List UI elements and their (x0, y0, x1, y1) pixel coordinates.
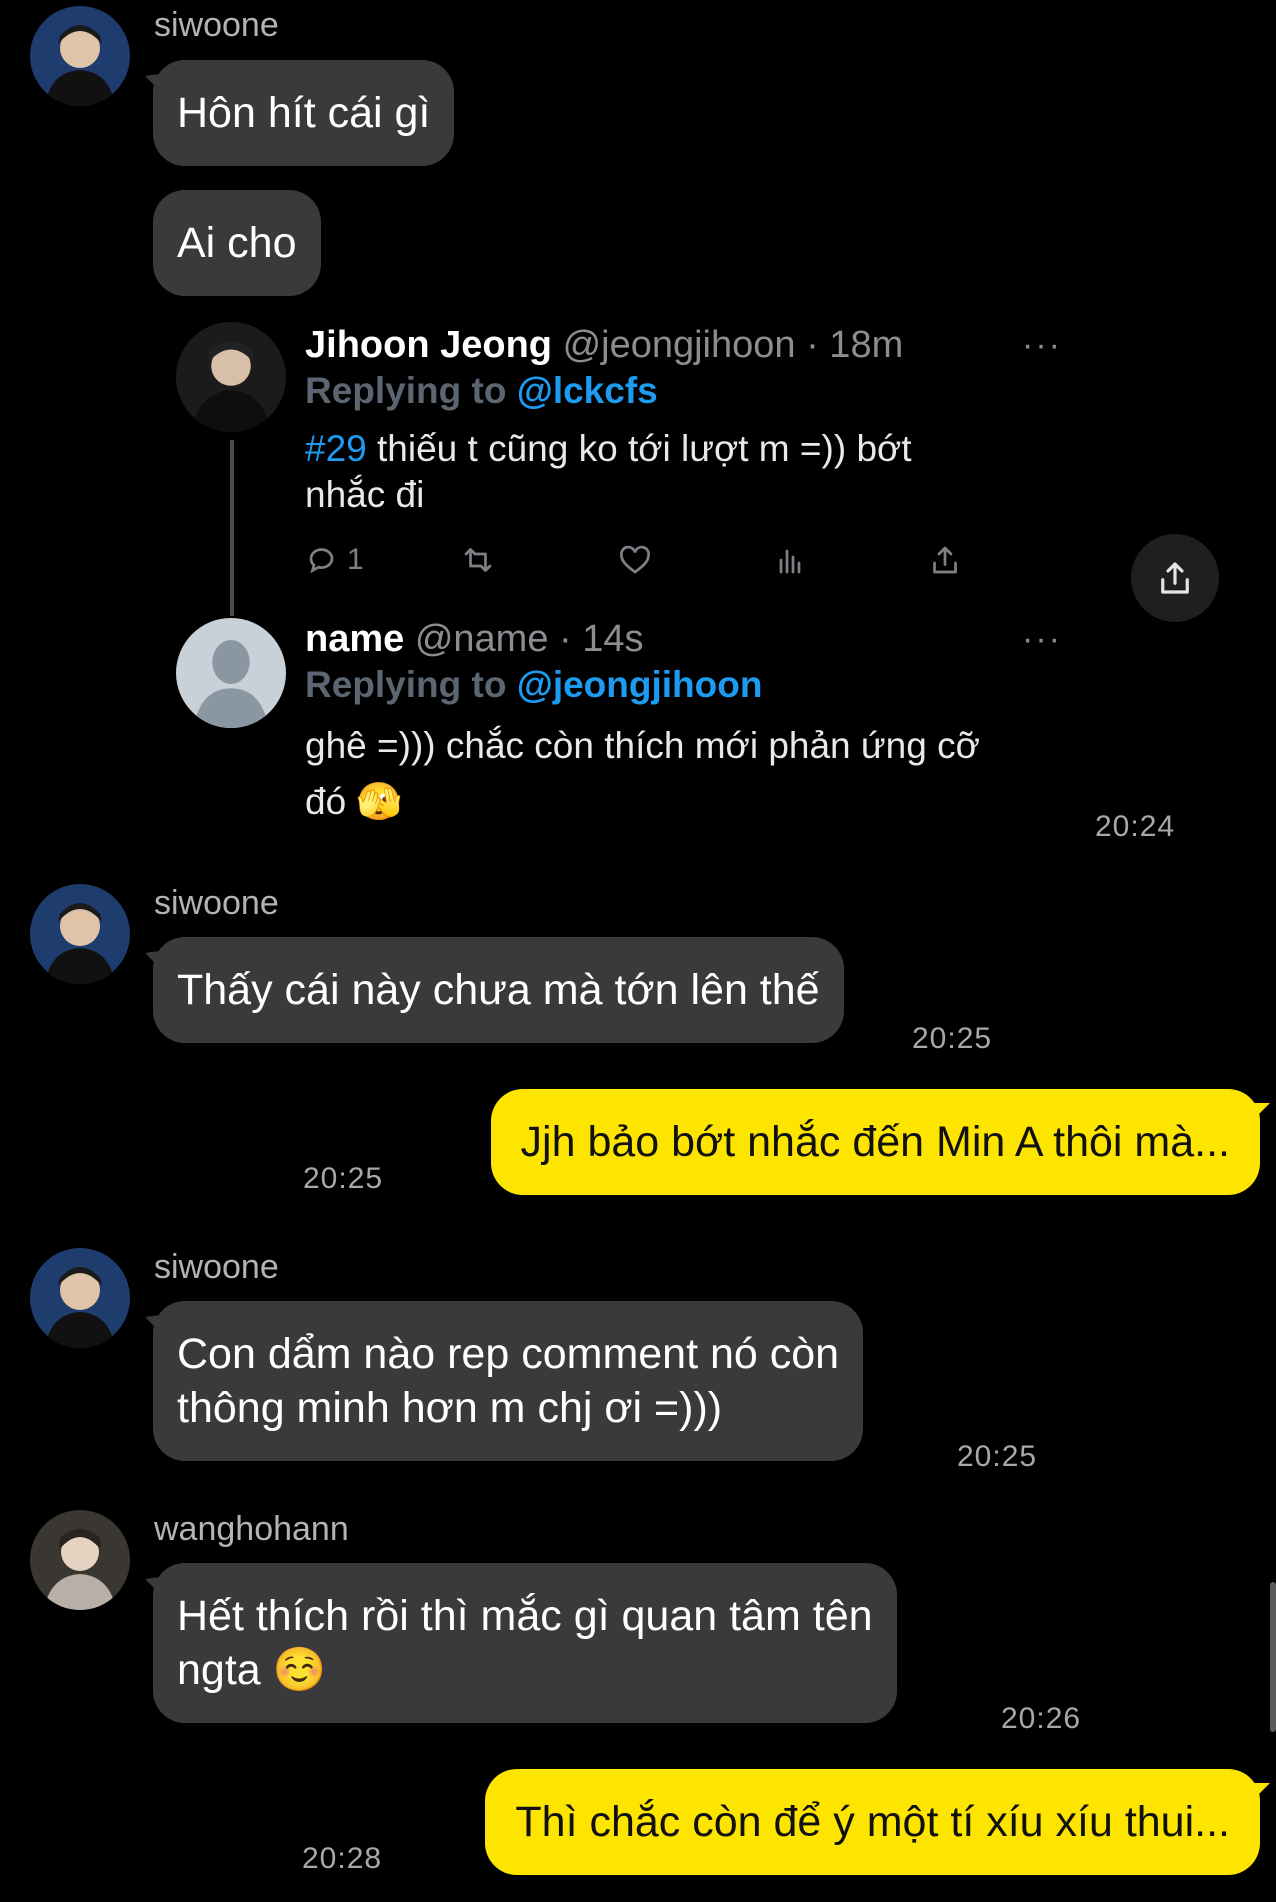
message-text: Thấy cái này chưa mà tớn lên thế (177, 966, 820, 1014)
reply-author-name: name (305, 618, 405, 660)
hashtag: #29 (305, 428, 367, 469)
views-action (772, 540, 808, 580)
like-action (617, 540, 653, 580)
reply-header: name @name · 14s (305, 618, 644, 661)
replying-to: Replying to @lckcfs (305, 370, 658, 412)
message-bubble[interactable]: Thì chắc còn để ý một tí xíu xíu thui... (485, 1769, 1260, 1875)
message-bubble[interactable]: Con dẩm nào rep comment nó còn thông min… (153, 1301, 864, 1461)
reply-action: 1 (305, 540, 364, 580)
message-text-line: ngta ☺️ (177, 1646, 327, 1694)
heart-icon (620, 545, 650, 574)
message-time: 20:25 (957, 1440, 1038, 1473)
replying-to: Replying to @jeongjihoon (305, 664, 762, 706)
sender-name: siwoone (154, 884, 279, 922)
message-text: Thì chắc còn để ý một tí xíu xíu thui... (515, 1798, 1230, 1846)
sender-name: wanghohann (154, 1510, 349, 1548)
avatar[interactable] (30, 1510, 130, 1610)
message-time: 20:25 (912, 1022, 993, 1055)
avatar[interactable] (30, 1248, 130, 1348)
reply-count: 1 (347, 543, 364, 576)
message-bubble[interactable]: Hôn hít cái gì (153, 60, 455, 166)
message-time: 20:26 (1001, 1702, 1082, 1735)
share-action (927, 540, 963, 580)
chart-icon (779, 549, 801, 574)
avatar[interactable] (30, 6, 130, 106)
reply-text-line: đó 🫣 (305, 781, 403, 822)
tweet-text: #29 thiếu t cũng ko tới lượt m =)) bớt n… (305, 426, 1065, 518)
retweet-action (460, 540, 496, 580)
sender-name: siwoone (154, 1248, 279, 1286)
tweet-text-line: nhắc đi (305, 474, 425, 515)
reply-text-line: ghê =))) chắc còn thích mới phản ứng cỡ (305, 725, 980, 766)
more-icon: ··· (1022, 326, 1062, 364)
avatar[interactable] (30, 884, 130, 984)
reply-author-avatar (176, 618, 286, 728)
tweet-author-name: Jihoon Jeong (305, 324, 552, 366)
message-bubble[interactable]: Ai cho (153, 190, 321, 296)
reply-icon (309, 548, 334, 574)
sender-name: siwoone (154, 6, 279, 44)
message-text: Jjh bảo bớt nhắc đến Min A thôi mà... (520, 1118, 1230, 1166)
message-bubble[interactable]: Thấy cái này chưa mà tớn lên thế (153, 937, 844, 1043)
more-icon: ··· (1022, 620, 1062, 658)
message-bubble[interactable]: Jjh bảo bớt nhắc đến Min A thôi mà... (490, 1089, 1260, 1195)
retweet-icon (464, 548, 492, 572)
message-time: 20:28 (302, 1842, 383, 1875)
share-icon (933, 546, 957, 574)
tweet-author-handle: @jeongjihoon · 18m (562, 324, 904, 366)
reply-author-handle: @name · 14s (414, 618, 644, 660)
mention-link: @lckcfs (516, 370, 658, 411)
share-icon (1161, 562, 1189, 594)
scrollbar[interactable] (1270, 1582, 1276, 1732)
replying-prefix: Replying to (305, 370, 507, 411)
tweet-author-avatar (176, 322, 286, 432)
share-button[interactable] (1131, 534, 1219, 622)
thread-line (230, 440, 234, 616)
message-text-line: thông minh hơn m chj ơi =))) (177, 1384, 723, 1432)
mention-link: @jeongjihoon (516, 664, 763, 705)
reply-text: ghê =))) chắc còn thích mới phản ứng cỡ … (305, 718, 1065, 830)
message-text-line: Con dẩm nào rep comment nó còn (177, 1330, 840, 1378)
tweet-text-line: thiếu t cũng ko tới lượt m =)) bớt (366, 428, 912, 469)
message-text: Hôn hít cái gì (177, 89, 431, 137)
replying-prefix: Replying to (305, 664, 507, 705)
message-bubble[interactable]: Hết thích rồi thì mắc gì quan tâm tên ng… (153, 1563, 897, 1723)
message-time: 20:25 (303, 1162, 384, 1195)
message-time: 20:24 (1095, 810, 1176, 843)
tweet-header: Jihoon Jeong @jeongjihoon · 18m (305, 324, 903, 367)
message-text-line: Hết thích rồi thì mắc gì quan tâm tên (177, 1592, 873, 1640)
message-text: Ai cho (177, 219, 297, 267)
